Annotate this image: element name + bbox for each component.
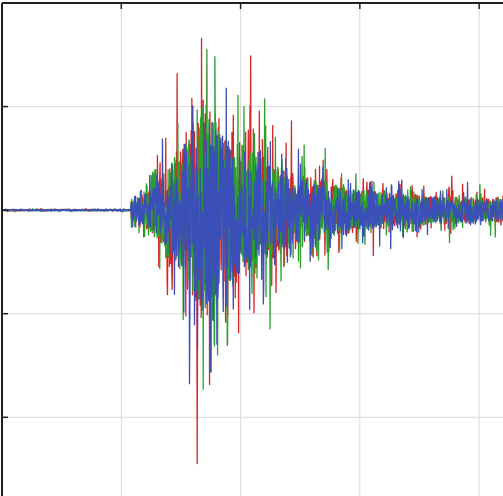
seismogram-chart xyxy=(0,0,503,496)
plot-area xyxy=(0,0,503,496)
